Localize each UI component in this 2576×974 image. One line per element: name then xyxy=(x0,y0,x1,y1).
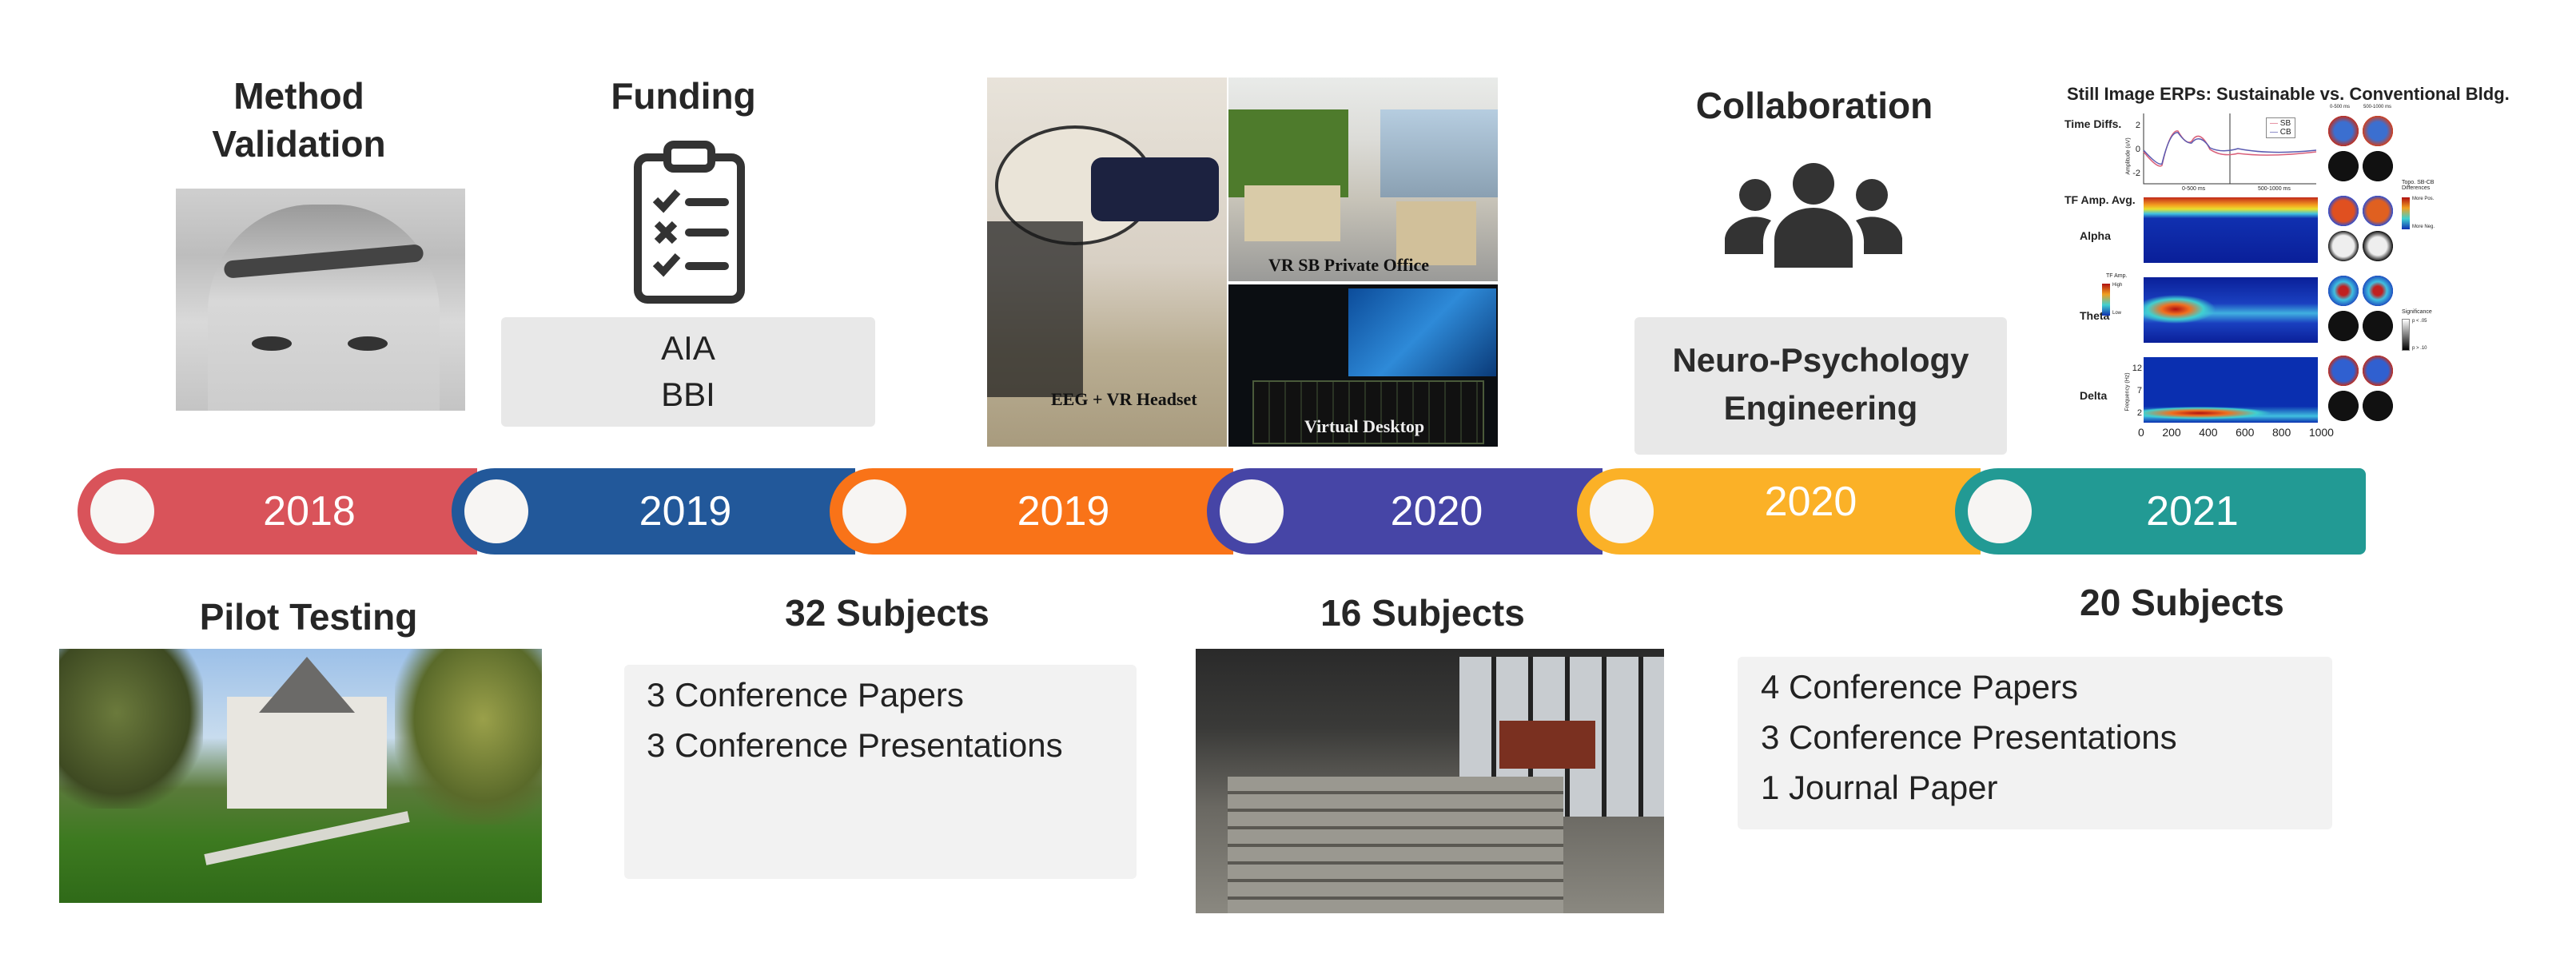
timeline-node xyxy=(1968,479,2032,543)
window-label: 0-500 ms xyxy=(2330,105,2351,109)
legend-cb: CB xyxy=(2279,128,2291,137)
tick-label: 7 xyxy=(2136,386,2142,396)
window-label: 0-500 ms xyxy=(2182,186,2206,192)
colorbar-title: TF Amp. xyxy=(2106,273,2128,279)
erp-title: Still Image ERPs: Sustainable vs. Conven… xyxy=(2067,84,2510,104)
topo-colorbar xyxy=(2402,197,2410,229)
window-label: 500-1000 ms xyxy=(2258,186,2291,192)
output-item: 3 Conference Presentations xyxy=(1761,718,2177,756)
delta-heatmap xyxy=(2144,357,2318,423)
timeline-year: 2018 xyxy=(263,488,356,535)
32-subjects-outputs-box: 3 Conference Papers 3 Conference Present… xyxy=(624,665,1137,879)
tick-label: 0 xyxy=(2135,145,2140,154)
erp-figure: Still Image ERPs: Sustainable vs. Conven… xyxy=(2062,78,2542,453)
legend-sb: SB xyxy=(2279,119,2291,128)
clipboard-checklist-icon xyxy=(634,141,745,304)
axis-label: Frequency (Hz) xyxy=(2124,372,2131,411)
collaboration-item: Engineering xyxy=(1723,389,1918,427)
people-group-icon xyxy=(1725,163,1902,268)
caption-virtual-desktop: Virtual Desktop xyxy=(1304,416,1425,436)
20-subjects-outputs-box: 4 Conference Papers 3 Conference Present… xyxy=(1738,657,2332,829)
colorbar-label: p < .05 xyxy=(2412,319,2427,324)
timeline-node xyxy=(464,479,528,543)
colorbar-label: High xyxy=(2112,283,2123,288)
16-subjects-title: 16 Subjects xyxy=(1320,592,1525,634)
output-item: 4 Conference Papers xyxy=(1761,668,2078,706)
timeline-node xyxy=(842,479,906,543)
title-line: Validation xyxy=(212,123,386,165)
axis-label: Amplitude (uV) xyxy=(2125,137,2132,175)
colorbar-label: More Neg. xyxy=(2412,225,2435,229)
method-validation-title: Method Validation xyxy=(155,72,443,168)
output-item: 1 Journal Paper xyxy=(1761,769,1998,806)
tick-label: -2 xyxy=(2132,169,2140,178)
timeline-node xyxy=(90,479,154,543)
significance-colorbar xyxy=(2402,319,2410,351)
timeline-segment-2018: 2018 xyxy=(78,468,477,555)
row-label: Time Diffs. xyxy=(2064,117,2122,130)
tick-label: 200 xyxy=(2162,426,2181,439)
funding-item: BBI xyxy=(661,376,715,413)
32-subjects-title: 32 Subjects xyxy=(785,592,989,634)
tick-label: 12 xyxy=(2132,364,2142,373)
output-item: 3 Conference Presentations xyxy=(647,726,1063,764)
timeline-segment-2019b: 2019 xyxy=(830,468,1233,555)
timeline-year: 2020 xyxy=(1390,488,1483,535)
timeline-segment-2021: 2021 xyxy=(1955,468,2366,555)
eeg-headband-photo xyxy=(176,189,465,411)
row-label: Delta xyxy=(2080,389,2108,402)
timeline-node xyxy=(1220,479,1284,543)
title-line: Method xyxy=(233,75,364,117)
timeline-segment-2020a: 2020 xyxy=(1207,468,1603,555)
colorbar-title: Topo. SB-CB Differences xyxy=(2402,180,2435,191)
tf-colorbar xyxy=(2102,284,2110,316)
colorbar-label: Low xyxy=(2112,311,2122,316)
timeline-segment-2020b: 2020 xyxy=(1577,468,1981,555)
theta-heatmap xyxy=(2144,277,2318,343)
tick-label: 2 xyxy=(2135,121,2140,130)
auditorium-render xyxy=(1196,649,1664,913)
tick-label: 800 xyxy=(2271,426,2291,439)
colorbar-label: p > .10 xyxy=(2412,346,2427,351)
eeg-vr-headset-photo: EEG + VR Headset xyxy=(987,78,1227,447)
collaboration-item: Neuro-Psychology xyxy=(1672,341,1969,379)
funding-item: AIA xyxy=(661,329,715,367)
timeline-year: 2020 xyxy=(1764,479,1857,525)
tick-label: 600 xyxy=(2236,426,2255,439)
20-subjects-title: 20 Subjects xyxy=(2080,582,2284,623)
topographic-maps xyxy=(2326,113,2398,433)
timeline-year: 2019 xyxy=(639,488,732,535)
alpha-heatmap xyxy=(2144,197,2318,263)
funding-sources-box: AIA BBI xyxy=(501,317,875,427)
vr-office-photo: VR SB Private Office xyxy=(1228,78,1498,281)
colorbar-title: Significance xyxy=(2402,309,2432,315)
tick-label: 0 xyxy=(2138,426,2144,439)
tick-label: 2 xyxy=(2136,408,2142,418)
output-item: 3 Conference Papers xyxy=(647,676,964,714)
funding-title: Funding xyxy=(611,75,756,117)
x-axis-ticks: 0 200 400 600 800 1000 xyxy=(2138,426,2334,439)
timeline-year: 2021 xyxy=(2146,488,2239,535)
pilot-house-render xyxy=(59,649,542,903)
collaboration-fields-box: Neuro-Psychology Engineering xyxy=(1634,317,2007,455)
collaboration-title: Collaboration xyxy=(1695,85,1933,126)
tick-label: 400 xyxy=(2199,426,2218,439)
erp-legend: — SB — CB xyxy=(2266,117,2295,138)
timeline-segment-2019a: 2019 xyxy=(452,468,855,555)
pilot-testing-title: Pilot Testing xyxy=(199,596,418,638)
row-label: TF Amp. Avg. xyxy=(2064,193,2136,206)
colorbar-label: More Pos. xyxy=(2412,197,2435,201)
timeline-year: 2019 xyxy=(1017,488,1110,535)
row-label: Alpha xyxy=(2080,229,2111,242)
caption-eeg-vr: EEG + VR Headset xyxy=(1051,389,1197,409)
window-label: 500-1000 ms xyxy=(2363,105,2392,109)
timeline-node xyxy=(1590,479,1654,543)
caption-private-office: VR SB Private Office xyxy=(1268,255,1429,275)
virtual-desktop-photo: Virtual Desktop xyxy=(1228,284,1498,447)
